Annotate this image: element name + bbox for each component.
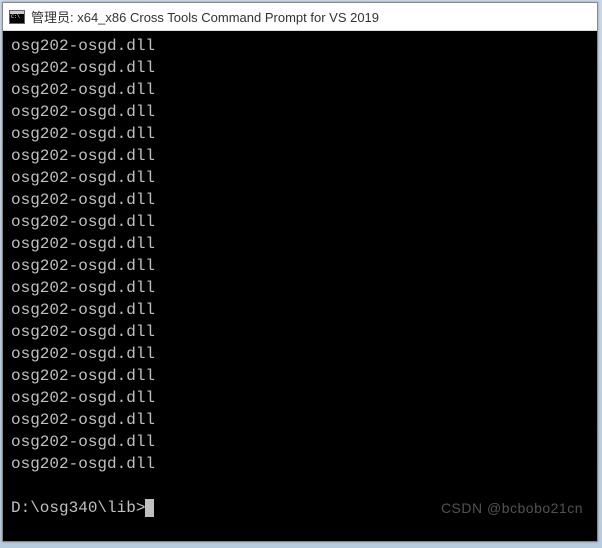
output-line: osg202-osgd.dll [11, 255, 589, 277]
titlebar[interactable]: 管理员: x64_x86 Cross Tools Command Prompt … [3, 3, 597, 31]
prompt-line[interactable]: D:\osg340\lib> [11, 497, 589, 519]
output-line: osg202-osgd.dll [11, 101, 589, 123]
output-line: osg202-osgd.dll [11, 35, 589, 57]
terminal-area[interactable]: osg202-osgd.dllosg202-osgd.dllosg202-osg… [3, 31, 597, 541]
output-line: osg202-osgd.dll [11, 123, 589, 145]
output-line: osg202-osgd.dll [11, 233, 589, 255]
output-line: osg202-osgd.dll [11, 189, 589, 211]
output-line: osg202-osgd.dll [11, 299, 589, 321]
cmd-icon [9, 10, 25, 24]
output-line: osg202-osgd.dll [11, 167, 589, 189]
output-line: osg202-osgd.dll [11, 431, 589, 453]
output-line: osg202-osgd.dll [11, 387, 589, 409]
output-line: osg202-osgd.dll [11, 321, 589, 343]
output-line: osg202-osgd.dll [11, 453, 589, 475]
output-line: osg202-osgd.dll [11, 409, 589, 431]
output-line: osg202-osgd.dll [11, 145, 589, 167]
window-title: 管理员: x64_x86 Cross Tools Command Prompt … [31, 7, 379, 26]
output-line: osg202-osgd.dll [11, 57, 589, 79]
output-line: osg202-osgd.dll [11, 365, 589, 387]
output-line: osg202-osgd.dll [11, 211, 589, 233]
terminal-output: osg202-osgd.dllosg202-osgd.dllosg202-osg… [11, 35, 589, 475]
output-line: osg202-osgd.dll [11, 79, 589, 101]
output-line: osg202-osgd.dll [11, 343, 589, 365]
prompt-text: D:\osg340\lib> [11, 497, 145, 519]
blank-line [11, 475, 589, 497]
cursor [145, 499, 154, 517]
output-line: osg202-osgd.dll [11, 277, 589, 299]
command-prompt-window: 管理员: x64_x86 Cross Tools Command Prompt … [2, 2, 598, 542]
